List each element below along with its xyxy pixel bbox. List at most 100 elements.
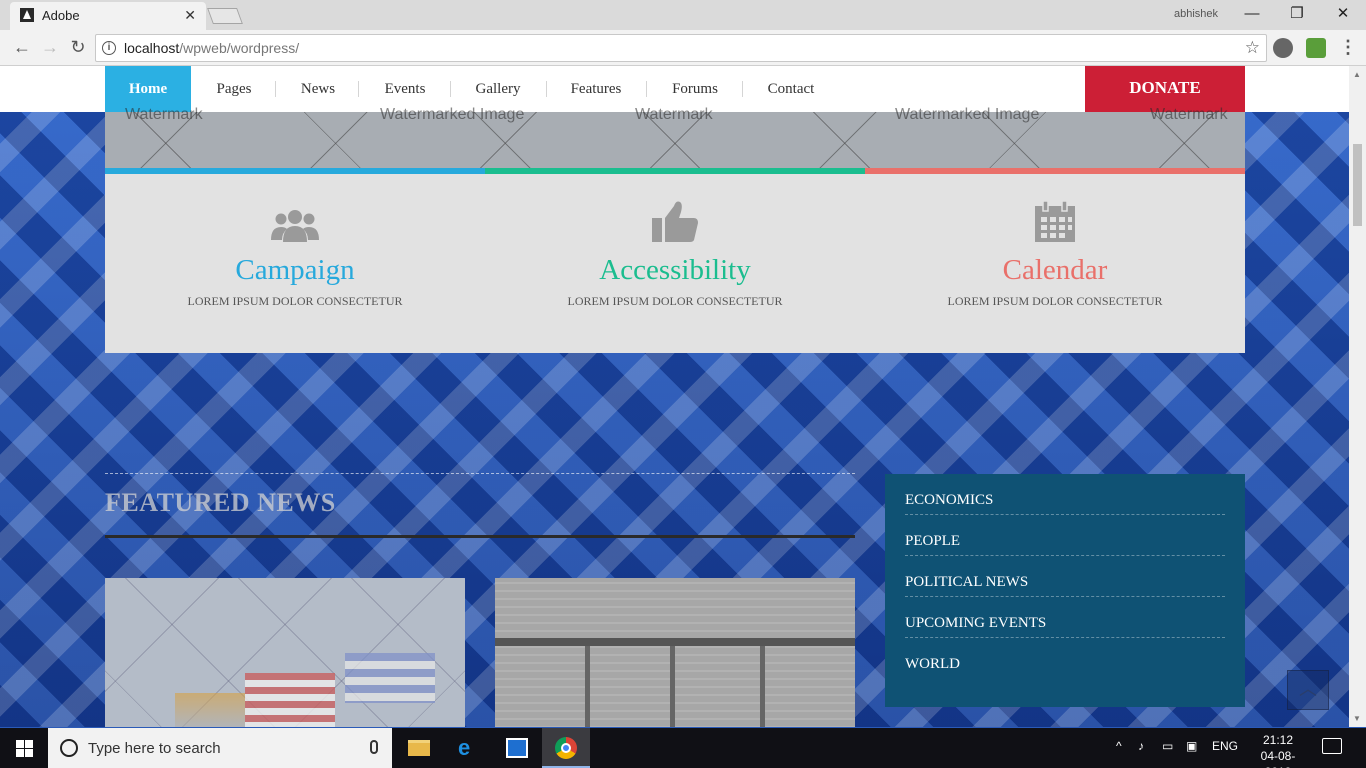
- windows-logo-icon: [16, 740, 24, 748]
- nav-separator: [358, 81, 359, 97]
- feature-campaign[interactable]: Campaign LOREM IPSUM DOLOR CONSECTETUR: [105, 168, 485, 353]
- watermark-text: Watermarked Image: [380, 106, 525, 123]
- news-thumbnail-flags[interactable]: [105, 578, 465, 727]
- close-window-button[interactable]: ✕: [1320, 2, 1366, 26]
- store-icon[interactable]: [493, 728, 541, 768]
- bookmark-star-icon[interactable]: ☆: [1245, 38, 1260, 58]
- feature-subtitle: LOREM IPSUM DOLOR CONSECTETUR: [567, 294, 783, 308]
- watermark-text: Watermarked Image: [895, 106, 1040, 123]
- hero-image: Watermark Watermarked Image Watermark Wa…: [105, 106, 1245, 168]
- nav-separator: [742, 81, 743, 97]
- section-divider: [105, 473, 855, 474]
- browser-tab[interactable]: Adobe ✕: [10, 2, 206, 30]
- forward-arrow-icon[interactable]: →: [38, 36, 62, 60]
- search-placeholder: Type here to search: [88, 740, 221, 757]
- volume-icon[interactable]: ♪: [1138, 739, 1144, 753]
- chrome-icon[interactable]: [542, 728, 590, 768]
- screen: Adobe ✕ abhishek — ❐ ✕ ← → ↻ i localhost…: [0, 0, 1366, 768]
- minimize-button[interactable]: —: [1229, 2, 1275, 26]
- edge-icon[interactable]: e: [444, 728, 492, 768]
- feature-title: Campaign: [235, 254, 355, 286]
- clock-date: 04-08-2018: [1260, 749, 1296, 768]
- scroll-up-icon[interactable]: ▲: [1353, 70, 1361, 79]
- flag-image: [345, 653, 435, 703]
- structure-beam: [495, 638, 855, 646]
- nav-separator: [275, 81, 276, 97]
- structure-post: [670, 646, 675, 727]
- calendar-icon: [1035, 200, 1075, 242]
- menu-icon[interactable]: ⋮: [1336, 36, 1360, 60]
- nav-separator: [546, 81, 547, 97]
- structure-post: [760, 646, 765, 727]
- windows-logo-icon: [16, 749, 24, 757]
- scroll-down-icon[interactable]: ▼: [1353, 714, 1361, 723]
- feature-subtitle: LOREM IPSUM DOLOR CONSECTETUR: [947, 294, 1163, 308]
- featured-news-rule: [105, 535, 855, 538]
- windows-taskbar: Type here to search e ^ ♪ ▭ ▣ ENG 21:12 …: [0, 728, 1366, 768]
- edge-glyph: e: [458, 735, 471, 760]
- url-path: /wpweb/wordpress/: [179, 40, 300, 56]
- feature-accessibility[interactable]: Accessibility LOREM IPSUM DOLOR CONSECTE…: [485, 168, 865, 353]
- wordpress-extension-icon[interactable]: [1273, 38, 1293, 58]
- category-link[interactable]: POLITICAL NEWS: [905, 556, 1225, 597]
- category-link[interactable]: ECONOMICS: [905, 474, 1225, 515]
- browser-toolbar: ← → ↻ i localhost/wpweb/wordpress/ ☆ ⋮: [0, 30, 1366, 66]
- cortana-icon: [60, 739, 78, 757]
- category-link[interactable]: WORLD: [905, 638, 1225, 679]
- page-scrollbar[interactable]: ▲ ▼: [1349, 66, 1366, 727]
- feature-calendar[interactable]: Calendar LOREM IPSUM DOLOR CONSECTETUR: [865, 168, 1245, 353]
- feature-color-bar: [865, 168, 1245, 174]
- url-text: localhost/wpweb/wordpress/: [124, 40, 299, 56]
- windows-logo-icon: [25, 740, 33, 748]
- feature-color-bar: [485, 168, 865, 174]
- profile-name[interactable]: abhishek: [1174, 8, 1218, 20]
- clock-time: 21:12: [1262, 733, 1294, 747]
- start-button[interactable]: [0, 728, 48, 768]
- nav-separator: [646, 81, 647, 97]
- nav-pages[interactable]: Pages: [200, 66, 268, 112]
- chrome-center: [561, 743, 571, 753]
- adobe-favicon-icon: [20, 8, 34, 22]
- tray-chevron-icon[interactable]: ^: [1116, 739, 1122, 753]
- file-explorer-icon[interactable]: [395, 728, 443, 768]
- feature-color-bar: [105, 168, 485, 174]
- microphone-icon[interactable]: [370, 740, 378, 754]
- structure-post: [585, 646, 590, 727]
- tab-title: Adobe: [42, 8, 80, 23]
- url-host: localhost: [124, 40, 180, 56]
- tab-close-icon[interactable]: ✕: [184, 7, 196, 24]
- nav-news[interactable]: News: [290, 66, 346, 112]
- flag-image: [175, 693, 245, 727]
- category-link[interactable]: PEOPLE: [905, 515, 1225, 556]
- network-icon[interactable]: ▣: [1186, 739, 1197, 753]
- news-thumbnail-structure[interactable]: [495, 578, 855, 727]
- windows-logo-icon: [25, 749, 33, 757]
- web-page: Home Pages News Events Gallery Features …: [0, 66, 1349, 727]
- taskbar-clock[interactable]: 21:12 04-08-2018: [1248, 732, 1308, 768]
- watermark-text: Watermark: [635, 106, 713, 123]
- extension-icon[interactable]: [1306, 38, 1326, 58]
- back-to-top-button[interactable]: ︿: [1287, 670, 1329, 710]
- nav-separator: [450, 81, 451, 97]
- watermark-text: Watermark: [125, 106, 203, 123]
- feature-title: Accessibility: [599, 254, 751, 286]
- scrollbar-thumb[interactable]: [1353, 144, 1362, 226]
- feature-title: Calendar: [1002, 254, 1108, 286]
- nav-features[interactable]: Features: [560, 66, 632, 112]
- battery-icon[interactable]: ▭: [1162, 739, 1173, 753]
- flag-image: [245, 673, 335, 727]
- info-icon[interactable]: i: [102, 41, 116, 55]
- back-arrow-icon[interactable]: ←: [10, 36, 34, 60]
- notification-center-icon[interactable]: [1322, 738, 1342, 754]
- users-icon: [271, 210, 319, 242]
- maximize-button[interactable]: ❐: [1274, 2, 1320, 26]
- address-bar[interactable]: i localhost/wpweb/wordpress/ ☆: [95, 34, 1267, 62]
- language-indicator[interactable]: ENG: [1212, 739, 1238, 753]
- taskbar-search[interactable]: Type here to search: [48, 728, 392, 768]
- browser-titlebar: Adobe ✕ abhishek — ❐ ✕: [0, 0, 1366, 30]
- new-tab-button[interactable]: [207, 8, 243, 24]
- category-link[interactable]: UPCOMING EVENTS: [905, 597, 1225, 638]
- nav-contact[interactable]: Contact: [756, 66, 826, 112]
- reload-icon[interactable]: ↻: [66, 36, 90, 60]
- folder-shape: [408, 740, 430, 756]
